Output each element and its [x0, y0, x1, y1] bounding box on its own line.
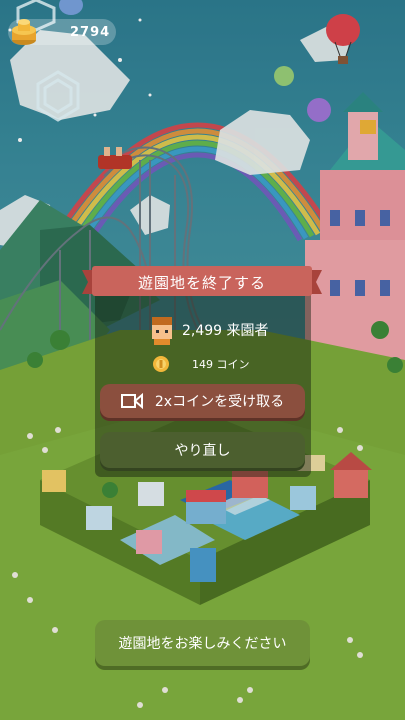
coin-count: 2794 — [70, 24, 111, 40]
visitor-avatar-icon — [152, 317, 172, 345]
coins-row: 149 コイン — [152, 354, 250, 374]
coin-stack-icon — [12, 19, 36, 45]
coin-counter: 2794 — [8, 19, 116, 45]
video-icon — [120, 392, 143, 410]
coins-earned: 149 コイン — [192, 358, 250, 371]
visitors-count: 2,499 来園者 — [182, 323, 269, 339]
visitors-row: 2,499 来園者 — [150, 315, 269, 345]
modal-title: 遊園地を終了する — [137, 273, 266, 292]
coin-icon — [153, 356, 169, 372]
end-park-ribbon: 遊園地を終了する — [82, 266, 322, 298]
double-coins-label: 2xコインを受け取る — [154, 394, 285, 410]
double-coins-button[interactable]: 2xコインを受け取る — [100, 384, 305, 418]
retry-button[interactable]: やり直し — [100, 432, 305, 468]
enjoy-park-button[interactable]: 遊園地をお楽しみください — [95, 620, 310, 666]
